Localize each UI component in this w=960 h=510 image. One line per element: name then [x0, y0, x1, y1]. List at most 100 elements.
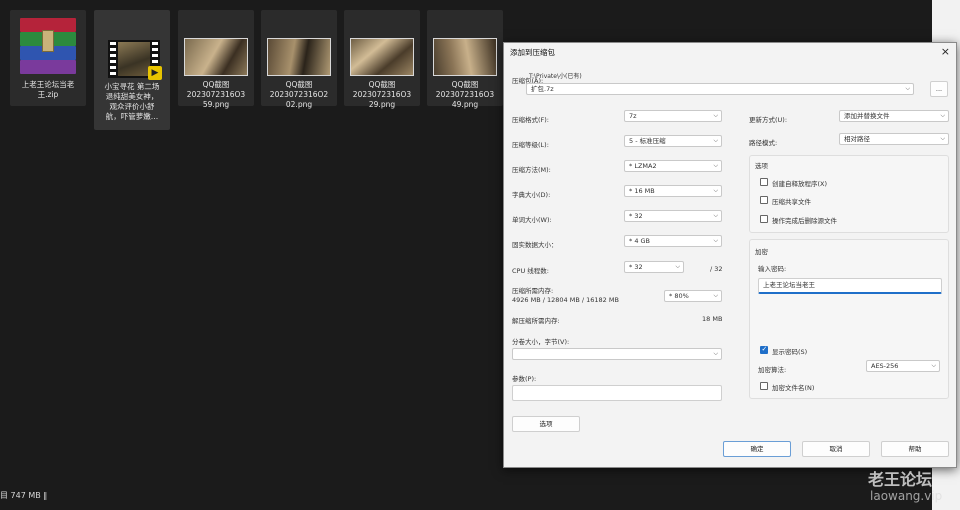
file-item-image[interactable]: QQ截图 2023072316O3 29.png: [344, 10, 420, 109]
file-name: QQ截图 2023072316O3 49.png: [435, 80, 495, 109]
file-name: QQ截图 2023072316O3 29.png: [352, 80, 412, 109]
delete-after-label: 操作完成后删除源文件: [772, 217, 837, 225]
archive-path: T:\Private\小(已有): [529, 73, 582, 80]
path-mode-value: 相对路径: [844, 135, 870, 143]
file-item-image[interactable]: QQ截图 2023072316O3 49.png: [427, 10, 503, 109]
level-combo[interactable]: 5 - 标准压缩 ⌵: [624, 135, 722, 147]
file-item-image[interactable]: QQ截图 2023072316O2 02.png: [261, 10, 337, 109]
file-item-video[interactable]: ▶ 小宝寻花 第二场 退纯甜美女神， 观众评价小舒 航，吓管萝嫩…: [94, 10, 170, 130]
level-value: 5 - 标准压缩: [629, 137, 666, 145]
play-badge-icon: ▶: [148, 66, 162, 80]
close-icon[interactable]: ×: [941, 45, 950, 58]
sfx-label: 创建自释放程序(X): [772, 180, 828, 188]
dict-label: 字典大小(D):: [512, 191, 551, 199]
solid-combo[interactable]: * 4 GB ⌵: [624, 235, 722, 247]
path-mode-label: 路径模式:: [749, 139, 778, 147]
file-name: QQ截图 2023072316O2 02.png: [269, 80, 329, 109]
encryption-method-value: AES-256: [871, 362, 899, 370]
solid-value: * 4 GB: [629, 237, 651, 245]
dict-value: * 16 MB: [629, 187, 655, 195]
dialog-title: 添加到压缩包: [510, 48, 555, 57]
show-password-label: 显示密码(S): [772, 348, 808, 356]
image-thumbnail: [433, 38, 497, 76]
word-label: 单词大小(W):: [512, 216, 552, 224]
chevron-down-icon: ⌵: [713, 292, 718, 299]
password-label: 输入密码:: [758, 265, 787, 273]
params-label: 参数(P):: [512, 375, 537, 383]
add-to-archive-dialog: 添加到压缩包 × 压缩包(A): T:\Private\小(已有) 扩包.7z …: [503, 42, 957, 468]
encryption-method-combo[interactable]: AES-256 ⌵: [866, 360, 940, 372]
format-value: 7z: [629, 112, 637, 120]
password-input[interactable]: 上老王论坛当老王: [758, 278, 942, 294]
shared-files-checkbox[interactable]: [760, 196, 768, 204]
chevron-down-icon: ⌵: [940, 112, 945, 119]
memory-combo[interactable]: * 80% ⌵: [664, 290, 722, 302]
chevron-down-icon: ⌵: [940, 135, 945, 142]
cpu-label: CPU 线程数:: [512, 267, 549, 275]
method-value: * LZMA2: [629, 162, 657, 170]
encryption-group: 加密 输入密码: 上老王论坛当老王 显示密码(S) 加密算法: AES-256 ⌵…: [749, 239, 949, 399]
dict-combo[interactable]: * 16 MB ⌵: [624, 185, 722, 197]
file-name: 上老王论坛当老 王.zip: [21, 80, 75, 99]
options-group-title: 选项: [755, 162, 768, 170]
decompress-memory-label: 解压缩所需内存:: [512, 317, 560, 325]
chevron-down-icon: ⌵: [931, 362, 936, 369]
encryption-group-title: 加密: [755, 248, 768, 256]
update-mode-combo[interactable]: 添加并替换文件 ⌵: [839, 110, 949, 122]
path-mode-combo[interactable]: 相对路径 ⌵: [839, 133, 949, 145]
chevron-down-icon: ⌵: [713, 137, 718, 144]
split-label: 分卷大小，字节(V):: [512, 338, 570, 346]
file-item-zip[interactable]: 上老王论坛当老 王.zip: [10, 10, 86, 106]
params-input[interactable]: [512, 385, 722, 401]
format-label: 压缩格式(F):: [512, 116, 550, 124]
word-combo[interactable]: * 32 ⌵: [624, 210, 722, 222]
options-button[interactable]: 选项: [512, 416, 580, 432]
chevron-down-icon: ⌵: [713, 350, 718, 357]
cpu-max: / 32: [710, 265, 723, 273]
memory-label: 压缩所需内存:: [512, 287, 554, 295]
solid-label: 固实数据大小：: [512, 241, 558, 249]
file-name: QQ截图 2023072316O3 59.png: [186, 80, 246, 109]
cpu-value: * 32: [629, 263, 643, 271]
level-label: 压缩等级(L):: [512, 141, 549, 149]
image-thumbnail: [184, 38, 248, 76]
archive-name-combo[interactable]: 扩包.7z ⌵: [526, 83, 914, 95]
method-combo[interactable]: * LZMA2 ⌵: [624, 160, 722, 172]
chevron-down-icon: ⌵: [713, 162, 718, 169]
image-thumbnail: [350, 38, 414, 76]
update-mode-value: 添加并替换文件: [844, 112, 890, 120]
chevron-down-icon: ⌵: [905, 85, 910, 92]
file-name: 小宝寻花 第二场 退纯甜美女神， 观众评价小舒 航，吓管萝嫩…: [104, 82, 160, 121]
watermark-text: 老王论坛: [868, 470, 933, 489]
sfx-checkbox[interactable]: [760, 178, 768, 186]
chevron-down-icon: ⌵: [675, 263, 680, 270]
ok-button[interactable]: 确定: [723, 441, 791, 457]
decompress-memory-value: 18 MB: [702, 315, 723, 323]
winrar-archive-icon: [20, 16, 76, 76]
method-label: 压缩方法(M):: [512, 166, 551, 174]
memory-detail: 4926 MB / 12804 MB / 16182 MB: [512, 296, 619, 304]
delete-after-checkbox[interactable]: [760, 215, 768, 223]
file-item-image[interactable]: QQ截图 2023072316O3 59.png: [178, 10, 254, 109]
show-password-checkbox[interactable]: [760, 345, 768, 354]
encrypt-names-checkbox[interactable]: [760, 382, 768, 390]
status-bar: 目 747 MB ‖: [0, 491, 48, 500]
update-mode-label: 更新方式(U):: [749, 116, 788, 124]
options-group: 选项 创建自释放程序(X) 压缩共享文件 操作完成后删除源文件: [749, 155, 949, 233]
help-button[interactable]: 帮助: [881, 441, 949, 457]
split-combo[interactable]: ⌵: [512, 348, 722, 360]
chevron-down-icon: ⌵: [713, 212, 718, 219]
word-value: * 32: [629, 212, 643, 220]
watermark-url: laowang.vip: [870, 489, 943, 503]
chevron-down-icon: ⌵: [713, 112, 718, 119]
memory-value: * 80%: [669, 292, 689, 300]
video-file-icon: ▶: [108, 40, 162, 80]
format-combo[interactable]: 7z ⌵: [624, 110, 722, 122]
encrypt-names-label: 加密文件名(N): [772, 384, 815, 392]
chevron-down-icon: ⌵: [713, 187, 718, 194]
browse-button[interactable]: ...: [930, 81, 948, 97]
image-thumbnail: [267, 38, 331, 76]
shared-files-label: 压缩共享文件: [772, 198, 811, 206]
cpu-combo[interactable]: * 32 ⌵: [624, 261, 684, 273]
cancel-button[interactable]: 取消: [802, 441, 870, 457]
